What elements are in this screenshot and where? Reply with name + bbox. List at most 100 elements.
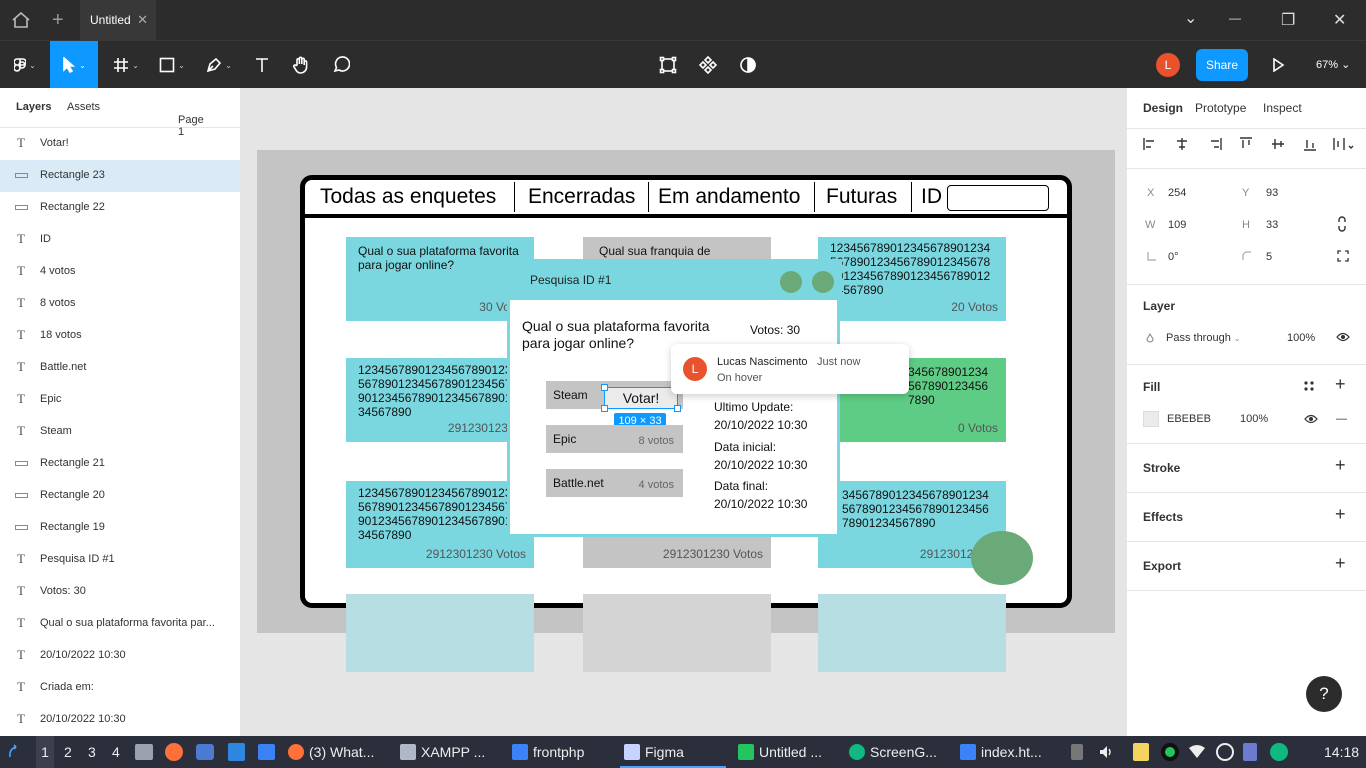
- height-input[interactable]: 33: [1266, 219, 1278, 231]
- volume-icon[interactable]: [1098, 744, 1114, 760]
- x-input[interactable]: 254: [1168, 187, 1186, 199]
- distribute-icon[interactable]: [1333, 137, 1355, 151]
- tray-app-icon[interactable]: [1161, 743, 1179, 761]
- main-menu-button[interactable]: ⌄: [0, 41, 50, 89]
- layer-row[interactable]: T Battle.net: [0, 352, 240, 384]
- remove-fill-button[interactable]: —: [1336, 413, 1347, 425]
- tab-layers[interactable]: Layers: [16, 101, 51, 113]
- pen-tool-button[interactable]: ⌄: [198, 41, 240, 89]
- text-tool-button[interactable]: [250, 41, 274, 89]
- add-fill-button[interactable]: +: [1335, 374, 1346, 395]
- shape-tool-button[interactable]: ⌄: [152, 41, 192, 89]
- workspace-2[interactable]: 2: [64, 736, 72, 768]
- layer-opacity-input[interactable]: 100%: [1287, 332, 1315, 344]
- layer-row[interactable]: T ID: [0, 224, 240, 256]
- modal-dot[interactable]: [812, 271, 834, 293]
- layer-row[interactable]: Rectangle 19: [0, 512, 240, 544]
- nav-tab-in-progress[interactable]: Em andamento: [658, 180, 800, 214]
- present-button[interactable]: [1266, 41, 1290, 89]
- clipboard-icon[interactable]: [1133, 743, 1149, 761]
- task-browser[interactable]: (3) What...: [288, 736, 374, 768]
- screengrab-tray-icon[interactable]: [1270, 743, 1288, 761]
- layer-row[interactable]: T Pesquisa ID #1: [0, 544, 240, 576]
- component-button[interactable]: [696, 41, 720, 89]
- notification-icon[interactable]: [1243, 743, 1257, 761]
- poll-card-placeholder[interactable]: [583, 594, 771, 672]
- sync-icon[interactable]: [1216, 743, 1234, 761]
- zoom-dropdown[interactable]: 67% ⌄: [1316, 58, 1350, 71]
- hand-tool-button[interactable]: [289, 41, 313, 89]
- start-menu-icon[interactable]: [7, 744, 23, 760]
- resize-handle[interactable]: [601, 405, 608, 412]
- minimize-button[interactable]: —: [1229, 11, 1241, 25]
- align-right-icon[interactable]: [1208, 137, 1222, 151]
- mask-button[interactable]: [736, 41, 760, 89]
- tab-prototype[interactable]: Prototype: [1195, 101, 1246, 115]
- rotation-input[interactable]: 0°: [1168, 251, 1179, 263]
- align-center-icon[interactable]: [1175, 137, 1189, 151]
- fill-opacity-input[interactable]: 100%: [1240, 413, 1268, 425]
- layer-row[interactable]: T 20/10/2022 10:30: [0, 640, 240, 672]
- resize-handle[interactable]: [601, 384, 608, 391]
- layer-row[interactable]: T Steam: [0, 416, 240, 448]
- vscode-icon[interactable]: [228, 743, 245, 761]
- nav-tab-future[interactable]: Futuras: [826, 180, 897, 214]
- comment-tool-button[interactable]: [329, 41, 353, 89]
- layer-row[interactable]: Rectangle 22: [0, 192, 240, 224]
- poll-card[interactable]: 1234567890123456789012345678901234567890…: [346, 481, 534, 568]
- add-stroke-button[interactable]: +: [1335, 455, 1346, 476]
- add-export-button[interactable]: +: [1335, 553, 1346, 574]
- layer-row[interactable]: T Criada em:: [0, 672, 240, 704]
- layer-row[interactable]: T Votos: 30: [0, 576, 240, 608]
- poll-modal-header[interactable]: Pesquisa ID #1: [505, 259, 842, 297]
- layer-row[interactable]: T 8 votos: [0, 288, 240, 320]
- add-effect-button[interactable]: +: [1335, 504, 1346, 525]
- poll-option-epic[interactable]: Epic 8 votos: [546, 425, 683, 453]
- task-frontphp[interactable]: frontphp: [512, 736, 584, 768]
- wifi-icon[interactable]: [1188, 745, 1206, 759]
- layer-row[interactable]: Rectangle 23: [0, 160, 240, 192]
- fill-color-swatch[interactable]: [1143, 411, 1159, 427]
- corner-radius-input[interactable]: 5: [1266, 251, 1272, 263]
- green-ellipse[interactable]: [971, 531, 1033, 585]
- layer-row[interactable]: T Qual o sua plataforma favorita par...: [0, 608, 240, 640]
- blend-mode-dropdown[interactable]: Pass through ⌄: [1166, 332, 1241, 344]
- tab-assets[interactable]: Assets: [67, 101, 100, 113]
- fill-eye-icon[interactable]: [1304, 413, 1318, 425]
- task-xampp[interactable]: XAMPP ...: [400, 736, 485, 768]
- task-figma[interactable]: Figma: [620, 736, 726, 768]
- window-icon[interactable]: [258, 744, 275, 760]
- layer-row[interactable]: T Epic: [0, 384, 240, 416]
- poll-modal[interactable]: Qual o sua plataforma favorita para joga…: [507, 297, 840, 537]
- y-input[interactable]: 93: [1266, 187, 1278, 199]
- chat-app-icon[interactable]: [196, 744, 214, 760]
- task-screengrab[interactable]: ScreenG...: [849, 736, 937, 768]
- eye-icon[interactable]: [1336, 331, 1350, 343]
- workspace-3[interactable]: 3: [88, 736, 96, 768]
- share-button[interactable]: Share: [1196, 49, 1248, 81]
- canvas[interactable]: Todas as enquetes Encerradas Em andament…: [241, 88, 1126, 736]
- frame-tool-button[interactable]: ⌄: [106, 41, 146, 89]
- window-close-button[interactable]: ✕: [1333, 10, 1346, 30]
- layer-row[interactable]: T 18 votos: [0, 320, 240, 352]
- layer-row[interactable]: T 4 votos: [0, 256, 240, 288]
- vote-button[interactable]: Votar!: [604, 387, 678, 409]
- poll-option-battlenet[interactable]: Battle.net 4 votos: [546, 469, 683, 497]
- layer-row[interactable]: T Votar!: [0, 128, 240, 160]
- constrain-proportions-icon[interactable]: [1335, 216, 1349, 232]
- comment-bubble[interactable]: L Lucas Nascimento Just now On hover: [671, 344, 909, 394]
- tray-storage-icon[interactable]: [1071, 744, 1083, 760]
- nav-tab-closed[interactable]: Encerradas: [528, 180, 635, 214]
- tab-inspect[interactable]: Inspect: [1263, 101, 1302, 115]
- independent-corners-icon[interactable]: [1337, 250, 1349, 262]
- tab-design[interactable]: Design: [1143, 101, 1183, 115]
- poll-card-placeholder[interactable]: [346, 594, 534, 672]
- file-tab[interactable]: Untitled ✕: [80, 0, 156, 40]
- file-manager-icon[interactable]: [135, 744, 153, 760]
- layer-row[interactable]: Rectangle 20: [0, 480, 240, 512]
- move-tool-button[interactable]: ⌄: [50, 41, 98, 89]
- crop-button[interactable]: [656, 41, 680, 89]
- new-tab-button[interactable]: +: [52, 9, 64, 32]
- align-bottom-icon[interactable]: [1303, 137, 1317, 151]
- nav-tab-all-polls[interactable]: Todas as enquetes: [320, 180, 496, 214]
